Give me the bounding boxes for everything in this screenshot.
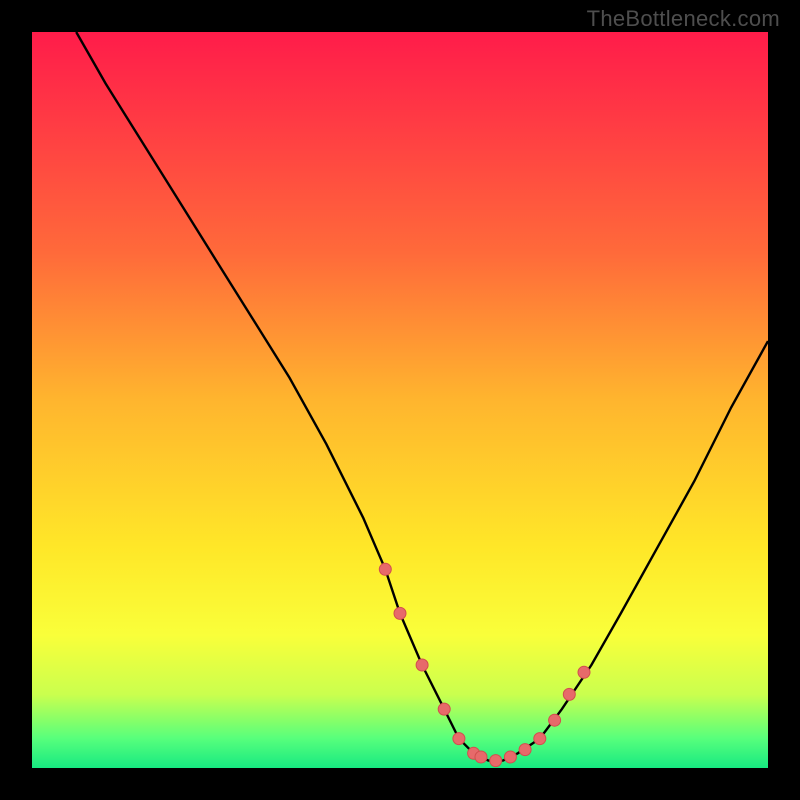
marker-dot — [504, 751, 516, 763]
marker-dot — [578, 666, 590, 678]
chart-overlay — [0, 0, 800, 800]
marker-dot — [563, 688, 575, 700]
marker-dot — [438, 703, 450, 715]
curve-markers — [379, 563, 590, 766]
marker-dot — [394, 607, 406, 619]
bottleneck-curve — [76, 32, 768, 761]
marker-dot — [416, 659, 428, 671]
marker-dot — [475, 751, 487, 763]
marker-dot — [534, 733, 546, 745]
marker-dot — [490, 755, 502, 767]
marker-dot — [549, 714, 561, 726]
marker-dot — [453, 733, 465, 745]
chart-frame: TheBottleneck.com — [0, 0, 800, 800]
marker-dot — [519, 744, 531, 756]
marker-dot — [379, 563, 391, 575]
